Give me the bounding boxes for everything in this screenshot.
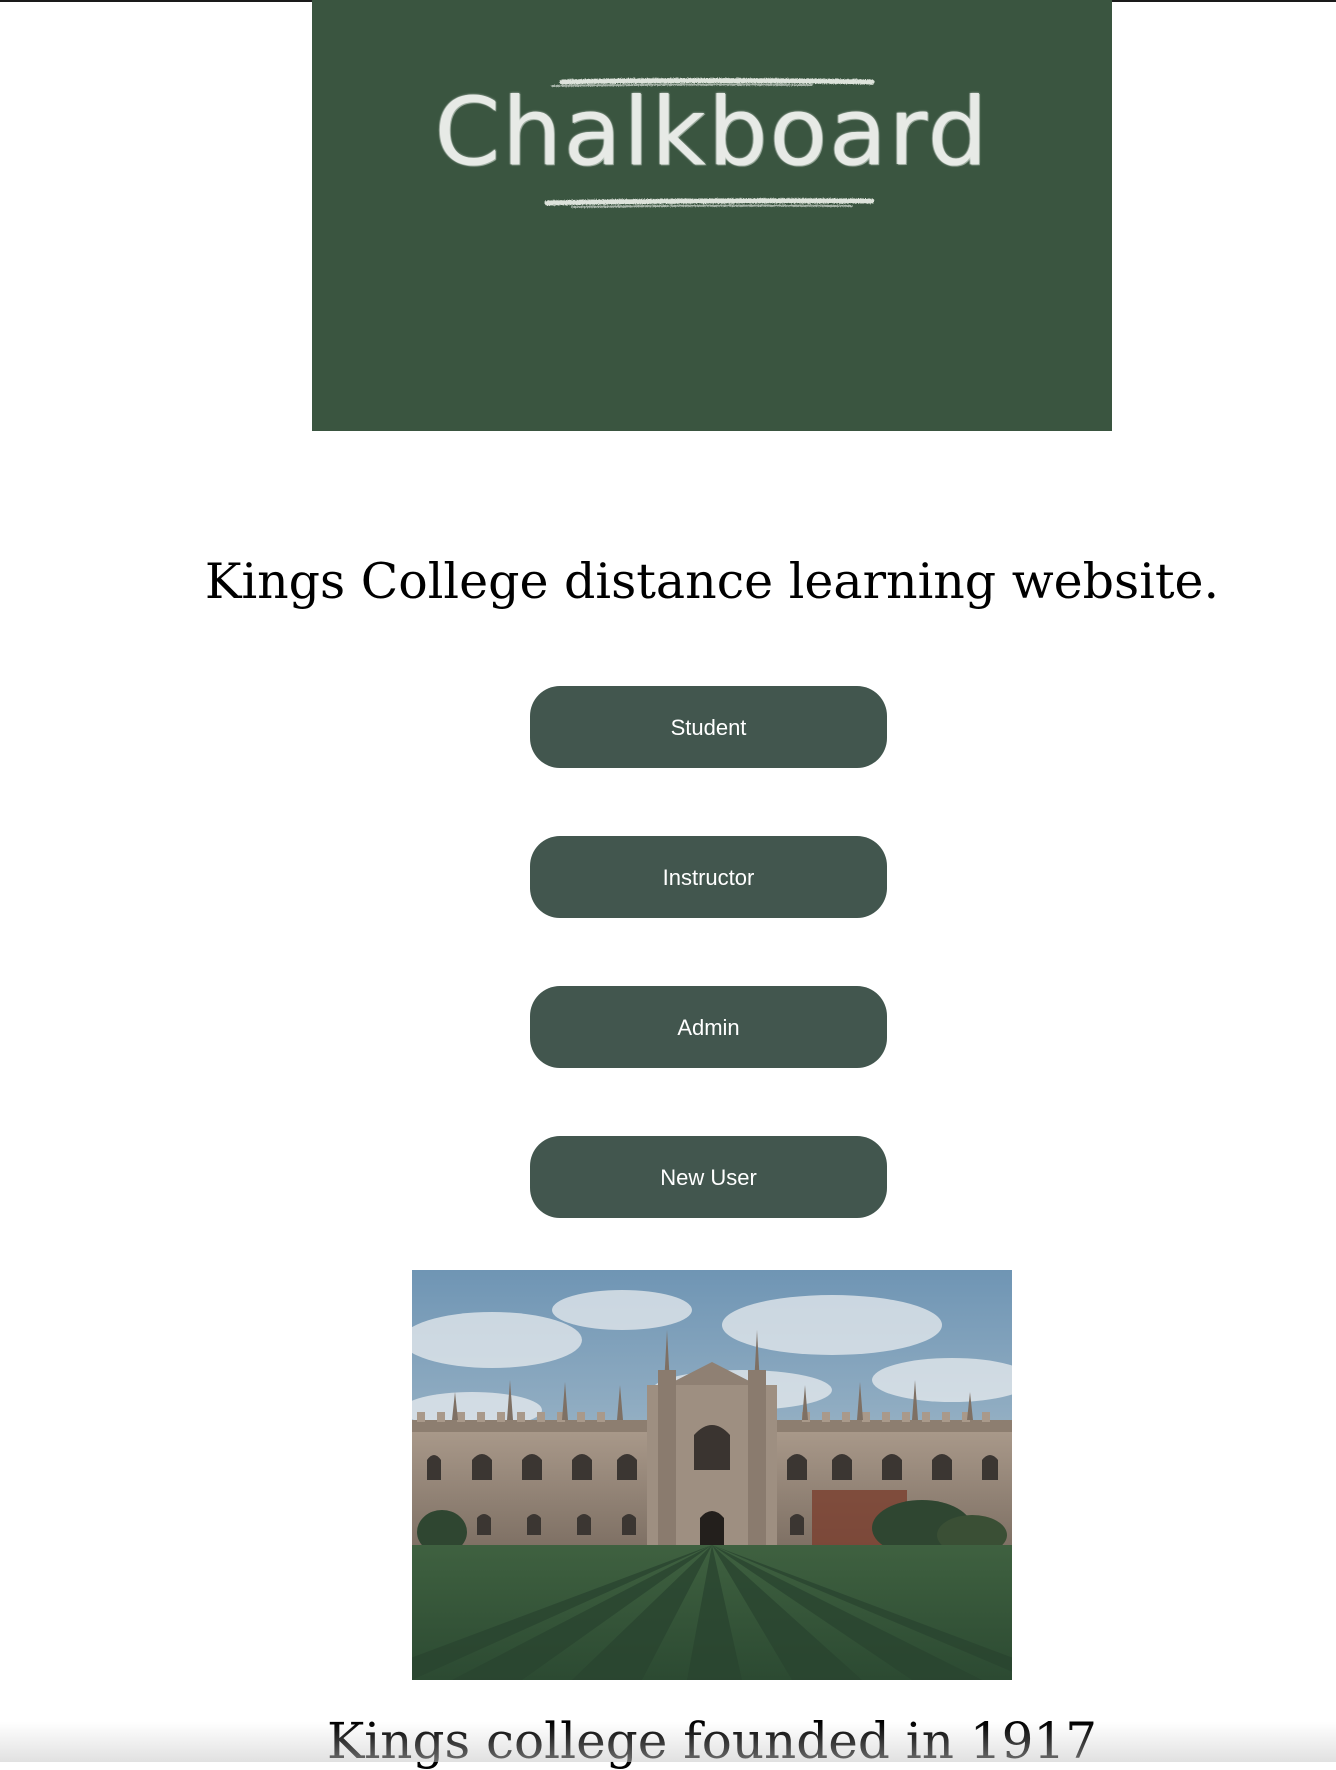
caption-founded: Kings college founded in 1917 (326, 1712, 1098, 1770)
instructor-button[interactable]: Instructor (530, 836, 887, 918)
college-building-photo (412, 1270, 1012, 1680)
admin-button[interactable]: Admin (530, 986, 887, 1068)
logo-text: Chalkboard (434, 78, 990, 187)
logo-banner: Chalkboard (312, 0, 1112, 431)
student-button[interactable]: Student (530, 686, 887, 768)
page-tagline: Kings College distance learning website. (204, 553, 1220, 610)
chalk-strokes (544, 78, 875, 208)
new-user-button[interactable]: New User (530, 1136, 887, 1218)
